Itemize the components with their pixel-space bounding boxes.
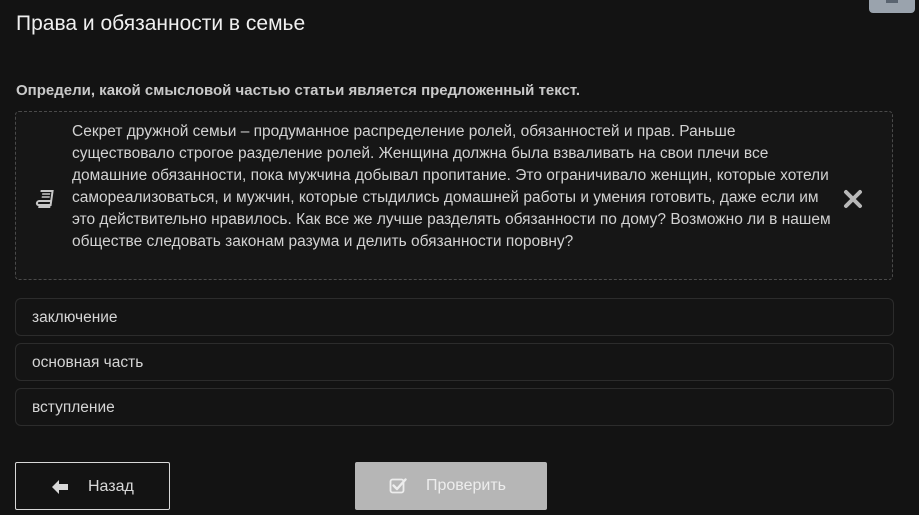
arrow-left-icon [52,480,68,494]
corner-menu-tab[interactable] [869,0,915,13]
option-vstuplenie[interactable]: вступление [15,388,894,426]
passage-box: Секрет дружной семьи – продуманное распр… [15,111,893,280]
checkbox-icon [389,478,407,494]
book-icon [35,190,54,208]
close-icon[interactable] [842,188,864,210]
option-label: основная часть [32,354,144,371]
option-osnovnaya-chast[interactable]: основная часть [15,343,894,381]
back-button[interactable]: Назад [15,462,170,510]
passage-text: Секрет дружной семьи – продуманное распр… [72,123,831,250]
option-label: заключение [32,309,118,326]
check-button[interactable]: Проверить [355,462,547,510]
task-question: Определи, какой смысловой частью статьи … [16,82,581,99]
back-button-label: Назад [88,478,134,495]
option-label: вступление [32,399,115,416]
check-button-label: Проверить [426,477,507,494]
page-title: Права и обязанности в семье [16,12,306,35]
option-zaklyuchenie[interactable]: заключение [15,298,894,336]
